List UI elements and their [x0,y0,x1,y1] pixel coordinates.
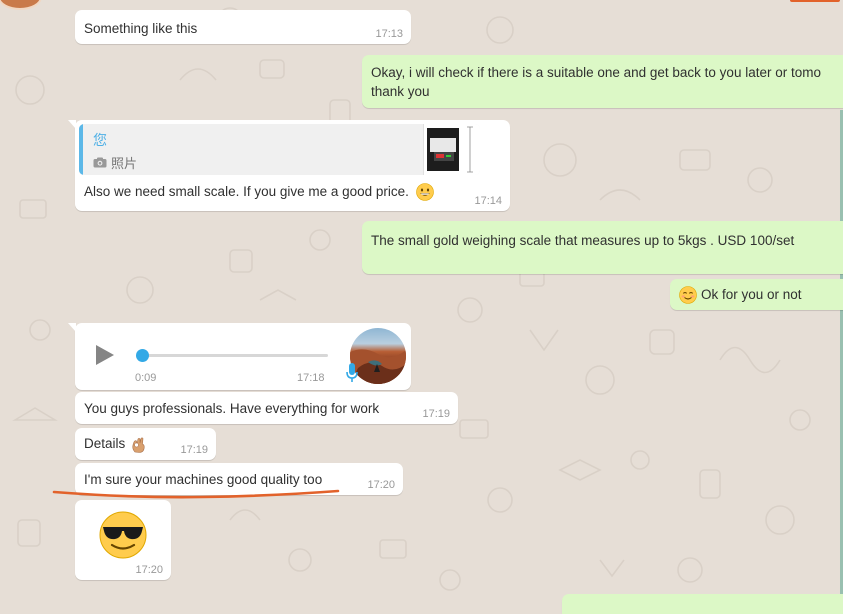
quote-author: 您 [93,132,107,148]
incoming-emoji-message[interactable]: 17:20 [75,500,171,580]
bubble-tail [68,120,76,129]
grinning-face-icon [415,183,434,202]
message-text: Something like this [84,21,198,36]
message-text: You guys professionals. Have everything … [84,401,380,416]
message-text-content: Also we need small scale. If you give me… [84,184,409,199]
message-time: 17:13 [375,28,403,40]
incoming-message[interactable]: You guys professionals. Have everything … [75,392,458,424]
message-time: 17:18 [297,372,325,384]
message-text: Ok for you or not [679,285,802,305]
microphone-icon [346,363,358,382]
quoted-message[interactable]: 您 照片 [79,124,480,175]
ok-hand-icon [132,437,145,453]
message-time: 17:19 [180,444,208,456]
smiling-face-icon [679,286,697,305]
voice-message[interactable]: 0:09 17:18 [68,323,411,390]
voice-duration: 0:09 [135,372,157,384]
voice-progress-track[interactable] [141,354,328,357]
annotation-mark [790,0,840,2]
outgoing-message-partial[interactable] [562,594,843,614]
message-text: The small gold weighing scale that measu… [371,233,795,248]
message-time: 17:14 [474,195,502,207]
message-text-content: Details [84,436,126,451]
message-text-line-1: Okay, i will check if there is a suitabl… [371,65,821,80]
message-text-content: Ok for you or not [701,287,802,302]
incoming-message[interactable]: Details 17:19 [75,428,216,460]
message-text-line-2: thank you [371,84,430,99]
quote-bar [79,124,83,175]
message-time: 17:20 [135,564,163,576]
camera-icon [93,157,107,168]
bubble-tail [68,323,76,332]
message-time: 17:19 [422,408,450,420]
canyon-photo [350,349,406,384]
play-icon[interactable] [94,343,116,367]
quote-photo-label: 照片 [93,153,137,172]
outgoing-message[interactable]: Ok for you or not [670,279,843,310]
quote-photo-text: 照片 [111,156,138,171]
message-text: I'm sure your machines good quality too [84,472,323,487]
sunglasses-face-icon [99,511,147,559]
incoming-message[interactable]: Something like this 17:13 [75,10,411,44]
incoming-message-with-reply[interactable]: 您 照片 Also we need small scale. If you gi… [68,120,510,211]
message-text: Details [84,434,147,453]
sender-avatar[interactable] [350,328,406,384]
message-time: 17:20 [367,479,395,491]
outgoing-message[interactable]: Okay, i will check if there is a suitabl… [362,55,843,108]
message-text: Also we need small scale. If you give me… [84,182,434,202]
scale-image [427,126,473,173]
outgoing-message[interactable]: The small gold weighing scale that measu… [362,221,843,274]
quote-thumbnail[interactable] [423,124,480,175]
voice-progress-knob[interactable] [136,349,149,362]
